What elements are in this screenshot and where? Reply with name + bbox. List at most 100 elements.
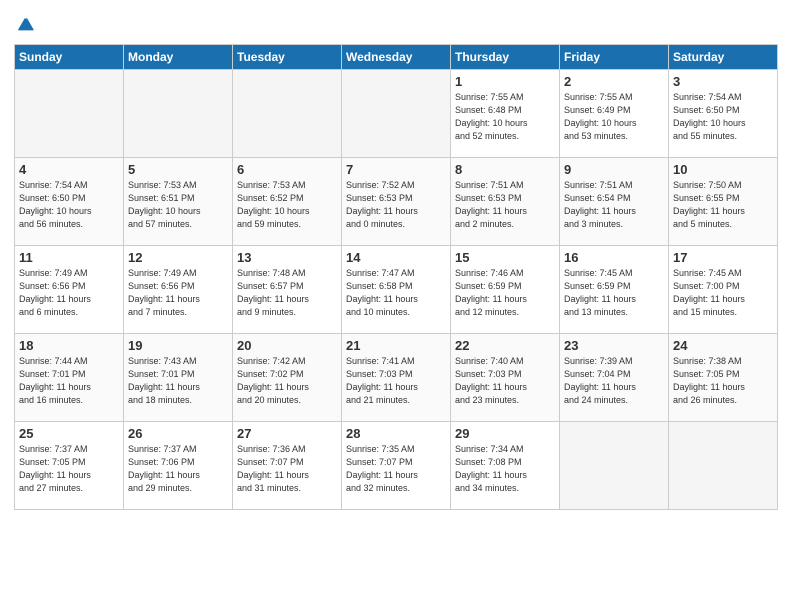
- calendar-day: 11 Sunrise: 7:49 AM Sunset: 6:56 PM Dayli…: [15, 246, 124, 334]
- calendar-day: 16 Sunrise: 7:45 AM Sunset: 6:59 PM Dayli…: [560, 246, 669, 334]
- calendar-table: SundayMondayTuesdayWednesdayThursdayFrid…: [14, 44, 778, 510]
- calendar-day: 12 Sunrise: 7:49 AM Sunset: 6:56 PM Dayli…: [124, 246, 233, 334]
- logo-text: [14, 14, 34, 38]
- day-number: 26: [128, 426, 228, 441]
- calendar-week-5: 25Sunrise: 7:37 AM Sunset: 7:05 PM Dayli…: [15, 422, 778, 510]
- day-header-wednesday: Wednesday: [342, 45, 451, 70]
- day-info: Sunrise: 7:52 AM Sunset: 6:53 PM Dayligh…: [346, 179, 446, 231]
- calendar-day: 28 Sunrise: 7:35 AM Sunset: 7:07 PM Dayli…: [342, 422, 451, 510]
- day-info: Sunrise: 7:49 AM Sunset: 6:56 PM Dayligh…: [128, 267, 228, 319]
- calendar-day: 27 Sunrise: 7:36 AM Sunset: 7:07 PM Dayli…: [233, 422, 342, 510]
- day-number: 24: [673, 338, 773, 353]
- day-number: 10: [673, 162, 773, 177]
- calendar-day: 29 Sunrise: 7:34 AM Sunset: 7:08 PM Dayli…: [451, 422, 560, 510]
- day-info: Sunrise: 7:39 AM Sunset: 7:04 PM Dayligh…: [564, 355, 664, 407]
- day-number: 3: [673, 74, 773, 89]
- calendar-day: [560, 422, 669, 510]
- day-info: Sunrise: 7:35 AM Sunset: 7:07 PM Dayligh…: [346, 443, 446, 495]
- calendar-body: 1 Sunrise: 7:55 AM Sunset: 6:48 PM Daylig…: [15, 70, 778, 510]
- day-number: 21: [346, 338, 446, 353]
- day-number: 2: [564, 74, 664, 89]
- calendar-day: 22 Sunrise: 7:40 AM Sunset: 7:03 PM Dayli…: [451, 334, 560, 422]
- day-info: Sunrise: 7:51 AM Sunset: 6:53 PM Dayligh…: [455, 179, 555, 231]
- day-header-saturday: Saturday: [669, 45, 778, 70]
- day-info: Sunrise: 7:38 AM Sunset: 7:05 PM Dayligh…: [673, 355, 773, 407]
- day-number: 29: [455, 426, 555, 441]
- calendar-day: [342, 70, 451, 158]
- calendar-day: 17 Sunrise: 7:45 AM Sunset: 7:00 PM Dayli…: [669, 246, 778, 334]
- calendar-day: 5 Sunrise: 7:53 AM Sunset: 6:51 PM Daylig…: [124, 158, 233, 246]
- logo: [14, 14, 34, 38]
- calendar-day: 9Sunrise: 7:51 AM Sunset: 6:54 PM Daylig…: [560, 158, 669, 246]
- day-number: 27: [237, 426, 337, 441]
- calendar-day: [233, 70, 342, 158]
- calendar-day: 21 Sunrise: 7:41 AM Sunset: 7:03 PM Dayli…: [342, 334, 451, 422]
- day-info: Sunrise: 7:45 AM Sunset: 6:59 PM Dayligh…: [564, 267, 664, 319]
- day-number: 8: [455, 162, 555, 177]
- day-number: 25: [19, 426, 119, 441]
- calendar-day: 10 Sunrise: 7:50 AM Sunset: 6:55 PM Dayli…: [669, 158, 778, 246]
- day-info: Sunrise: 7:45 AM Sunset: 7:00 PM Dayligh…: [673, 267, 773, 319]
- calendar-day: 20 Sunrise: 7:42 AM Sunset: 7:02 PM Dayli…: [233, 334, 342, 422]
- day-info: Sunrise: 7:36 AM Sunset: 7:07 PM Dayligh…: [237, 443, 337, 495]
- calendar-day: 25Sunrise: 7:37 AM Sunset: 7:05 PM Dayli…: [15, 422, 124, 510]
- calendar-day: [15, 70, 124, 158]
- calendar-day: 24 Sunrise: 7:38 AM Sunset: 7:05 PM Dayli…: [669, 334, 778, 422]
- day-info: Sunrise: 7:44 AM Sunset: 7:01 PM Dayligh…: [19, 355, 119, 407]
- calendar-day: 6 Sunrise: 7:53 AM Sunset: 6:52 PM Daylig…: [233, 158, 342, 246]
- day-info: Sunrise: 7:48 AM Sunset: 6:57 PM Dayligh…: [237, 267, 337, 319]
- calendar-day: 19 Sunrise: 7:43 AM Sunset: 7:01 PM Dayli…: [124, 334, 233, 422]
- calendar-day: 13 Sunrise: 7:48 AM Sunset: 6:57 PM Dayli…: [233, 246, 342, 334]
- calendar-week-4: 18Sunrise: 7:44 AM Sunset: 7:01 PM Dayli…: [15, 334, 778, 422]
- day-number: 4: [19, 162, 119, 177]
- calendar-day: 23 Sunrise: 7:39 AM Sunset: 7:04 PM Dayli…: [560, 334, 669, 422]
- calendar-day: [124, 70, 233, 158]
- day-info: Sunrise: 7:54 AM Sunset: 6:50 PM Dayligh…: [673, 91, 773, 143]
- day-info: Sunrise: 7:50 AM Sunset: 6:55 PM Dayligh…: [673, 179, 773, 231]
- day-number: 23: [564, 338, 664, 353]
- day-info: Sunrise: 7:40 AM Sunset: 7:03 PM Dayligh…: [455, 355, 555, 407]
- day-number: 15: [455, 250, 555, 265]
- day-info: Sunrise: 7:41 AM Sunset: 7:03 PM Dayligh…: [346, 355, 446, 407]
- page-container: SundayMondayTuesdayWednesdayThursdayFrid…: [0, 0, 792, 520]
- calendar-day: 8 Sunrise: 7:51 AM Sunset: 6:53 PM Daylig…: [451, 158, 560, 246]
- day-info: Sunrise: 7:37 AM Sunset: 7:06 PM Dayligh…: [128, 443, 228, 495]
- day-number: 12: [128, 250, 228, 265]
- day-number: 7: [346, 162, 446, 177]
- calendar-day: 1 Sunrise: 7:55 AM Sunset: 6:48 PM Daylig…: [451, 70, 560, 158]
- day-info: Sunrise: 7:42 AM Sunset: 7:02 PM Dayligh…: [237, 355, 337, 407]
- day-number: 28: [346, 426, 446, 441]
- day-header-thursday: Thursday: [451, 45, 560, 70]
- day-info: Sunrise: 7:43 AM Sunset: 7:01 PM Dayligh…: [128, 355, 228, 407]
- calendar-week-1: 1 Sunrise: 7:55 AM Sunset: 6:48 PM Daylig…: [15, 70, 778, 158]
- day-info: Sunrise: 7:34 AM Sunset: 7:08 PM Dayligh…: [455, 443, 555, 495]
- day-number: 6: [237, 162, 337, 177]
- day-header-monday: Monday: [124, 45, 233, 70]
- day-header-tuesday: Tuesday: [233, 45, 342, 70]
- day-info: Sunrise: 7:55 AM Sunset: 6:49 PM Dayligh…: [564, 91, 664, 143]
- calendar-day: 18Sunrise: 7:44 AM Sunset: 7:01 PM Dayli…: [15, 334, 124, 422]
- calendar-day: 7 Sunrise: 7:52 AM Sunset: 6:53 PM Daylig…: [342, 158, 451, 246]
- day-info: Sunrise: 7:49 AM Sunset: 6:56 PM Dayligh…: [19, 267, 119, 319]
- day-number: 11: [19, 250, 119, 265]
- day-number: 19: [128, 338, 228, 353]
- day-info: Sunrise: 7:53 AM Sunset: 6:52 PM Dayligh…: [237, 179, 337, 231]
- day-number: 20: [237, 338, 337, 353]
- day-info: Sunrise: 7:53 AM Sunset: 6:51 PM Dayligh…: [128, 179, 228, 231]
- day-number: 22: [455, 338, 555, 353]
- header: [14, 10, 778, 38]
- calendar-week-3: 11 Sunrise: 7:49 AM Sunset: 6:56 PM Dayli…: [15, 246, 778, 334]
- calendar-day: 4 Sunrise: 7:54 AM Sunset: 6:50 PM Daylig…: [15, 158, 124, 246]
- day-number: 9: [564, 162, 664, 177]
- day-number: 1: [455, 74, 555, 89]
- day-header-friday: Friday: [560, 45, 669, 70]
- day-number: 17: [673, 250, 773, 265]
- day-header-sunday: Sunday: [15, 45, 124, 70]
- day-number: 16: [564, 250, 664, 265]
- day-number: 13: [237, 250, 337, 265]
- day-number: 14: [346, 250, 446, 265]
- day-info: Sunrise: 7:46 AM Sunset: 6:59 PM Dayligh…: [455, 267, 555, 319]
- day-info: Sunrise: 7:55 AM Sunset: 6:48 PM Dayligh…: [455, 91, 555, 143]
- day-number: 5: [128, 162, 228, 177]
- day-info: Sunrise: 7:54 AM Sunset: 6:50 PM Dayligh…: [19, 179, 119, 231]
